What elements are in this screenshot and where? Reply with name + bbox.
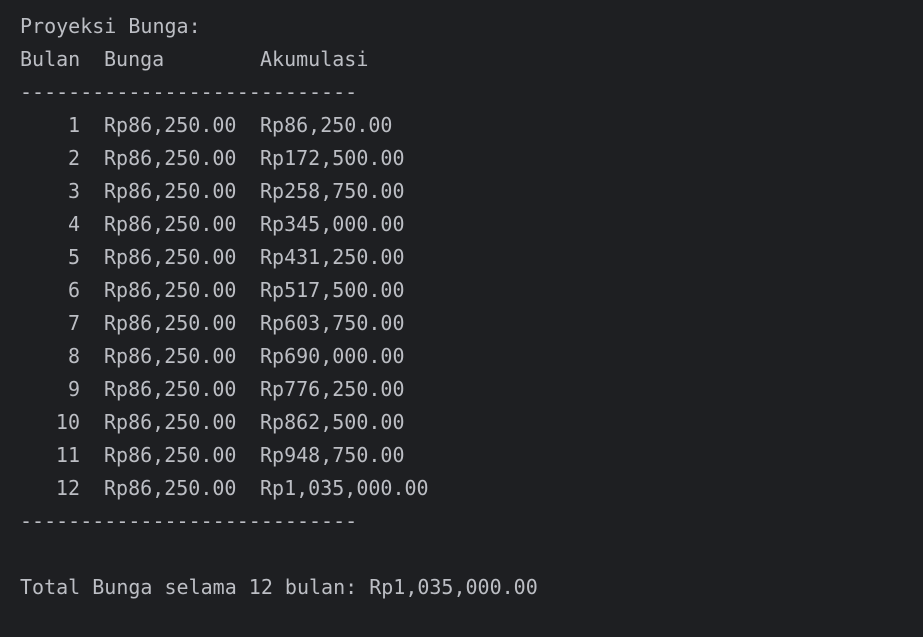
row-interest: Rp86,250.00 xyxy=(104,278,237,302)
row-accumulation: Rp172,500.00 xyxy=(260,146,405,170)
table-row: 11 Rp86,250.00 Rp948,750.00 xyxy=(20,439,620,472)
row-month: 3 xyxy=(67,179,80,203)
row-accumulation: Rp258,750.00 xyxy=(260,179,405,203)
row-interest: Rp86,250.00 xyxy=(104,179,237,203)
table-row: 12 Rp86,250.00 Rp1,035,000.00 xyxy=(20,472,620,505)
row-month: 8 xyxy=(67,344,80,368)
row-month: 11 xyxy=(55,443,80,467)
row-month: 4 xyxy=(67,212,80,236)
row-accumulation: Rp948,750.00 xyxy=(260,443,405,467)
row-month: 7 xyxy=(67,311,80,335)
header-accumulation: Akumulasi xyxy=(260,47,369,71)
row-interest: Rp86,250.00 xyxy=(104,212,237,236)
table-row: 8 Rp86,250.00 Rp690,000.00 xyxy=(20,340,620,373)
table-header-row: Bulan Bunga Akumulasi xyxy=(20,43,620,76)
row-accumulation: Rp1,035,000.00 xyxy=(260,476,429,500)
table-row: 1 Rp86,250.00 Rp86,250.00 xyxy=(20,109,620,142)
console-output: Proyeksi Bunga: Bulan Bunga Akumulasi --… xyxy=(0,0,923,610)
row-interest: Rp86,250.00 xyxy=(104,476,237,500)
row-interest: Rp86,250.00 xyxy=(104,113,237,137)
row-month: 1 xyxy=(67,113,80,137)
row-interest: Rp86,250.00 xyxy=(104,146,237,170)
row-accumulation: Rp862,500.00 xyxy=(260,410,405,434)
output-title: Proyeksi Bunga: xyxy=(20,14,201,38)
row-interest: Rp86,250.00 xyxy=(104,377,237,401)
table-row: 4 Rp86,250.00 Rp345,000.00 xyxy=(20,208,620,241)
header-month: Bulan xyxy=(20,47,81,71)
total-line: Total Bunga selama 12 bulan: Rp1,035,000… xyxy=(20,575,538,599)
row-accumulation: Rp776,250.00 xyxy=(260,377,405,401)
table-row: 9 Rp86,250.00 Rp776,250.00 xyxy=(20,373,620,406)
row-accumulation: Rp86,250.00 xyxy=(260,113,393,137)
row-accumulation: Rp431,250.00 xyxy=(260,245,405,269)
row-month: 10 xyxy=(55,410,80,434)
row-interest: Rp86,250.00 xyxy=(104,245,237,269)
table-row: 6 Rp86,250.00 Rp517,500.00 xyxy=(20,274,620,307)
row-month: 6 xyxy=(67,278,80,302)
separator-bottom: ---------------------------- xyxy=(20,509,358,533)
table-row: 5 Rp86,250.00 Rp431,250.00 xyxy=(20,241,620,274)
table-row: 10 Rp86,250.00 Rp862,500.00 xyxy=(20,406,620,439)
row-interest: Rp86,250.00 xyxy=(104,410,237,434)
row-accumulation: Rp690,000.00 xyxy=(260,344,405,368)
table-row: 2 Rp86,250.00 Rp172,500.00 xyxy=(20,142,620,175)
row-interest: Rp86,250.00 xyxy=(104,311,237,335)
row-month: 5 xyxy=(67,245,80,269)
table-row: 7 Rp86,250.00 Rp603,750.00 xyxy=(20,307,620,340)
row-accumulation: Rp517,500.00 xyxy=(260,278,405,302)
table-row: 3 Rp86,250.00 Rp258,750.00 xyxy=(20,175,620,208)
row-interest: Rp86,250.00 xyxy=(104,344,237,368)
row-interest: Rp86,250.00 xyxy=(104,443,237,467)
row-accumulation: Rp345,000.00 xyxy=(260,212,405,236)
header-interest: Bunga xyxy=(104,47,165,71)
row-accumulation: Rp603,750.00 xyxy=(260,311,405,335)
separator-top: ---------------------------- xyxy=(20,80,358,104)
row-month: 12 xyxy=(55,476,80,500)
row-month: 9 xyxy=(67,377,80,401)
row-month: 2 xyxy=(67,146,80,170)
